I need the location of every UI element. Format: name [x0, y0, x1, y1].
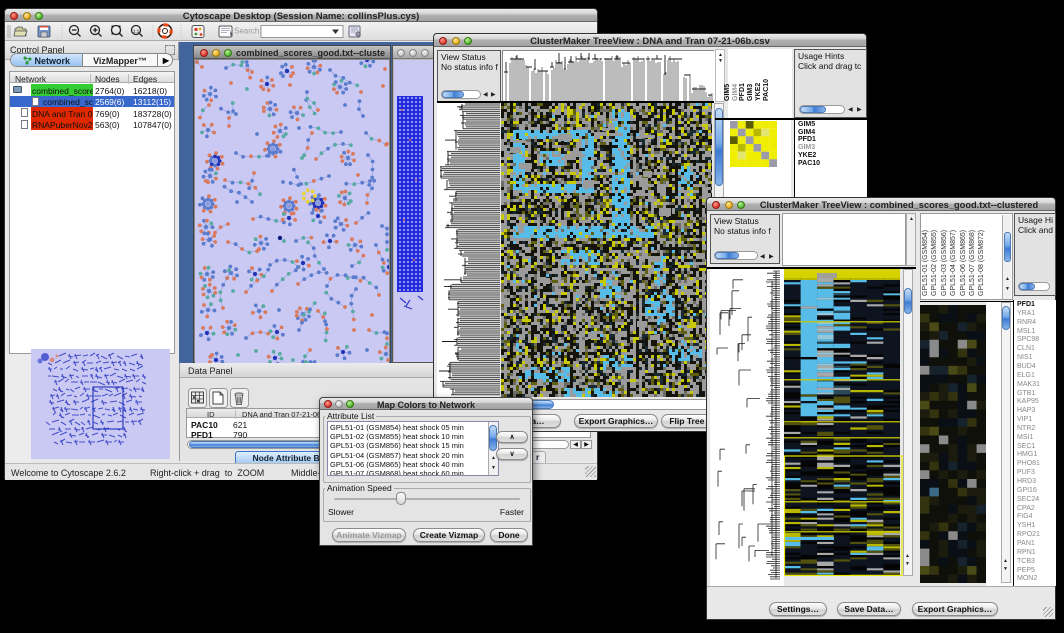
svg-text:Search:: Search: [234, 27, 262, 36]
svg-text:1:1: 1:1 [133, 29, 140, 34]
